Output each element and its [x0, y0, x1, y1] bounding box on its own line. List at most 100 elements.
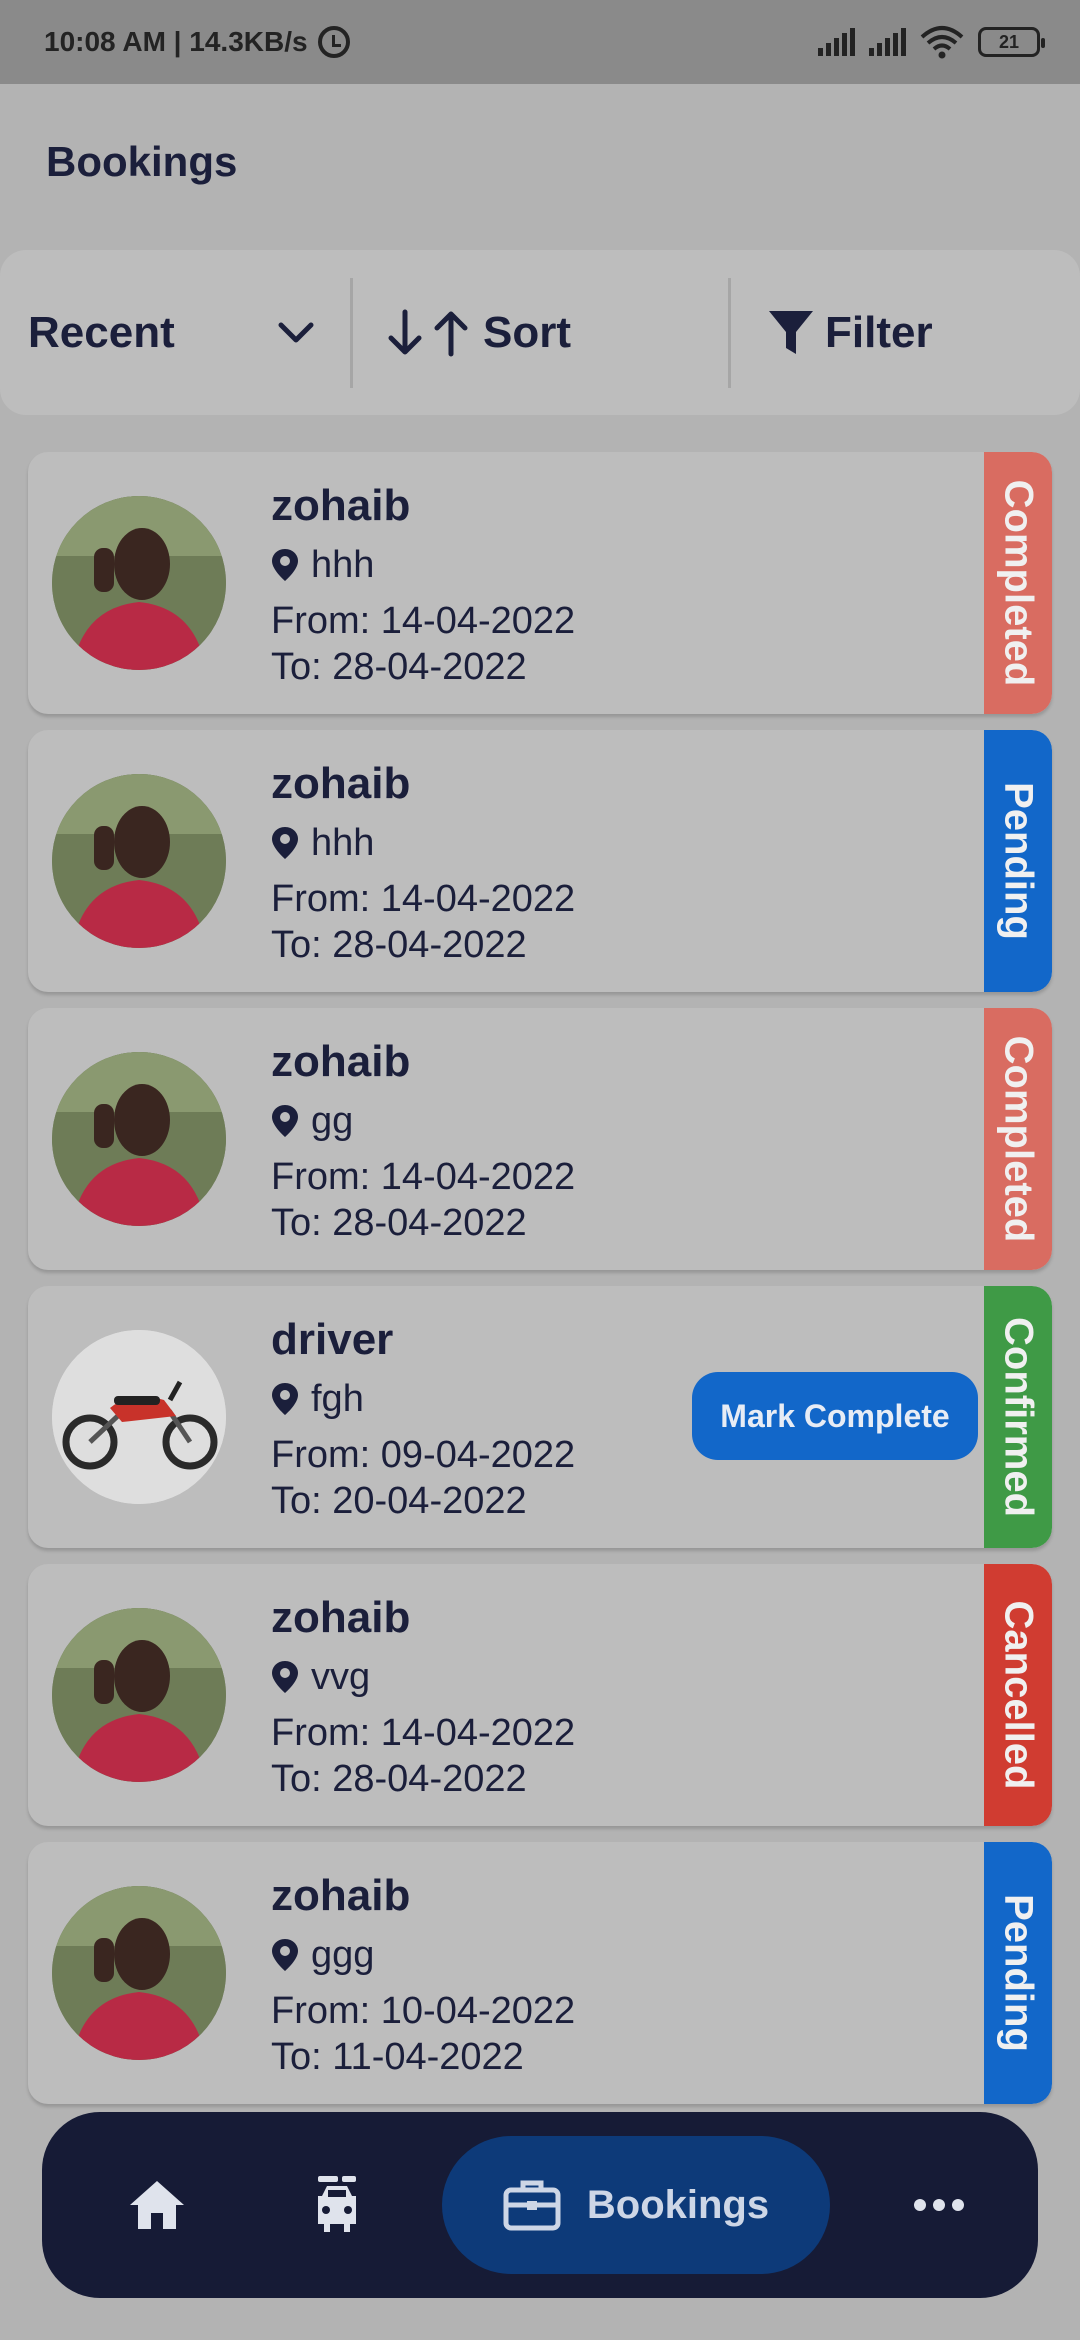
briefcase-icon [503, 2180, 561, 2231]
status-bar: 10:08 AM | 14.3KB/s 21 [0, 0, 1080, 84]
booking-info: driver fgh From: 09-04-2022 To: 20-04-20… [271, 1314, 575, 1524]
booking-card[interactable]: zohaib vvg From: 14-04-2022 To: 28-04-20… [28, 1564, 1052, 1826]
nav-bookings[interactable]: Bookings [442, 2136, 830, 2274]
filter-icon [769, 310, 813, 354]
page-title: Bookings [46, 138, 238, 185]
person-photo [52, 1052, 226, 1226]
booking-to: To: 28-04-2022 [271, 1202, 527, 1244]
signal-icon [869, 28, 906, 56]
status-badge-label: Pending [996, 1894, 1041, 2052]
status-badge: Confirmed [984, 1286, 1052, 1548]
booking-name: zohaib [271, 759, 411, 808]
status-badge: Completed [984, 452, 1052, 714]
booking-from: From: 14-04-2022 [271, 600, 576, 642]
person-photo [52, 774, 226, 948]
avatar [52, 1052, 226, 1226]
battery-icon: 21 [978, 27, 1045, 57]
nav-car[interactable] [282, 2112, 392, 2298]
booking-info: zohaib gg From: 14-04-2022 To: 28-04-202… [271, 1036, 575, 1246]
status-badge-label: Cancelled [996, 1600, 1041, 1790]
booking-name: zohaib [271, 481, 411, 530]
booking-card[interactable]: zohaib hhh From: 14-04-2022 To: 28-04-20… [28, 730, 1052, 992]
booking-location: hhh [271, 542, 575, 588]
booking-info: zohaib hhh From: 14-04-2022 To: 28-04-20… [271, 758, 575, 968]
booking-card[interactable]: zohaib gg From: 14-04-2022 To: 28-04-202… [28, 1008, 1052, 1270]
status-badge-label: Completed [996, 1035, 1041, 1243]
person-photo [52, 496, 226, 670]
chevron-down-icon [278, 322, 314, 342]
booking-location-text: hhh [311, 822, 375, 864]
sort-icon [388, 309, 468, 356]
booking-info: zohaib ggg From: 10-04-2022 To: 11-04-20… [271, 1870, 575, 2080]
booking-info: zohaib vvg From: 14-04-2022 To: 28-04-20… [271, 1592, 575, 1802]
booking-location: vvg [271, 1654, 575, 1700]
booking-card[interactable]: zohaib hhh From: 14-04-2022 To: 28-04-20… [28, 452, 1052, 714]
sort-label: Sort [483, 307, 571, 357]
status-badge: Pending [984, 730, 1052, 992]
booking-from: From: 09-04-2022 [271, 1434, 576, 1476]
status-badge: Cancelled [984, 1564, 1052, 1826]
booking-card[interactable]: driver fgh From: 09-04-2022 To: 20-04-20… [28, 1286, 1052, 1548]
sort-button[interactable]: Sort [353, 250, 728, 415]
location-pin-icon [272, 1383, 298, 1415]
booking-list: zohaib hhh From: 14-04-2022 To: 28-04-20… [28, 452, 1052, 2120]
booking-to: To: 28-04-2022 [271, 646, 527, 688]
home-icon [130, 2181, 184, 2229]
status-left: 10:08 AM | 14.3KB/s [44, 26, 350, 58]
recent-dropdown[interactable]: Recent [0, 250, 350, 415]
location-pin-icon [272, 1105, 298, 1137]
booking-location: gg [271, 1098, 575, 1144]
recent-label: Recent [28, 307, 175, 357]
person-photo [52, 1886, 226, 2060]
booking-from: From: 10-04-2022 [271, 1990, 576, 2032]
booking-location: fgh [271, 1376, 575, 1422]
status-badge: Completed [984, 1008, 1052, 1270]
avatar [52, 1608, 226, 1782]
more-icon [914, 2199, 964, 2211]
booking-name: zohaib [271, 1037, 411, 1086]
nav-more[interactable] [894, 2112, 984, 2298]
wifi-icon [920, 26, 964, 59]
avatar [52, 496, 226, 670]
booking-card[interactable]: zohaib ggg From: 10-04-2022 To: 11-04-20… [28, 1842, 1052, 2104]
location-pin-icon [272, 549, 298, 581]
booking-from: From: 14-04-2022 [271, 1156, 576, 1198]
booking-to: To: 20-04-2022 [271, 1480, 527, 1522]
mark-complete-button[interactable]: Mark Complete [692, 1372, 978, 1460]
nav-bookings-label: Bookings [586, 2182, 770, 2227]
nav-home[interactable] [102, 2112, 212, 2298]
status-time-speed: 10:08 AM | 14.3KB/s [44, 26, 308, 57]
avatar [52, 774, 226, 948]
booking-location-text: hhh [311, 544, 375, 586]
car-icon [318, 2176, 356, 2232]
avatar [52, 1330, 226, 1504]
booking-from: From: 14-04-2022 [271, 1712, 576, 1754]
avatar [52, 1886, 226, 2060]
booking-location: ggg [271, 1932, 575, 1978]
person-photo [52, 1608, 226, 1782]
location-pin-icon [272, 1939, 298, 1971]
status-badge-label: Confirmed [996, 1317, 1041, 1517]
bottom-nav: Bookings [42, 2112, 1038, 2298]
location-pin-icon [272, 1661, 298, 1693]
booking-location-text: fgh [311, 1378, 364, 1420]
status-badge-label: Completed [996, 479, 1041, 687]
controls-bar: Recent Sort Filter [0, 250, 1080, 415]
booking-name: zohaib [271, 1593, 411, 1642]
filter-button[interactable]: Filter [731, 250, 1080, 415]
booking-name: driver [271, 1315, 394, 1364]
booking-from: From: 14-04-2022 [271, 878, 576, 920]
booking-location: hhh [271, 820, 575, 866]
battery-level: 21 [998, 31, 1020, 52]
booking-location-text: gg [311, 1100, 354, 1142]
booking-location-text: ggg [311, 1934, 375, 1976]
alarm-icon [317, 26, 350, 58]
status-badge-label: Pending [996, 782, 1041, 940]
booking-name: zohaib [271, 1871, 411, 1920]
booking-location-text: vvg [311, 1656, 371, 1698]
signal-icon [818, 28, 855, 56]
status-badge: Pending [984, 1842, 1052, 2104]
filter-label: Filter [825, 307, 933, 357]
motorbike-photo [52, 1330, 226, 1504]
location-pin-icon [272, 827, 298, 859]
